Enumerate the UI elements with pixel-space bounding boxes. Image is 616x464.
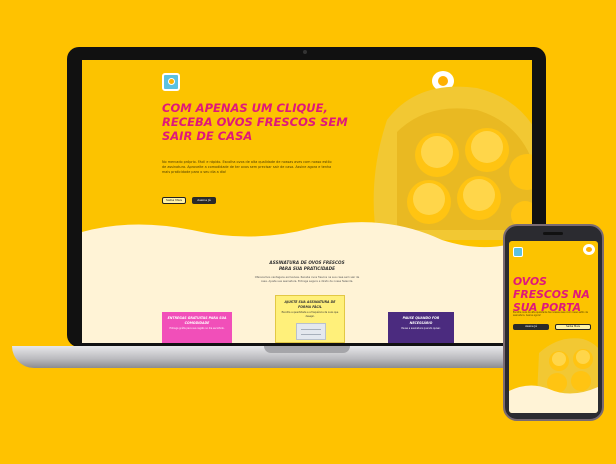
hero-title: OVOS FRESCOS NA SUA PORTA [513,275,590,314]
card-free-delivery[interactable]: ENTREGAS GRATUITAS PARA SUA COMODIDADE E… [162,312,232,343]
laptop-screen: COM APENAS UM CLIQUE, RECEBA OVOS FRESCO… [82,60,532,343]
card-title: ENTREGAS GRATUITAS PARA SUA COMODIDADE [167,316,227,325]
fried-egg-icon [583,244,595,255]
cream-wave-background [509,385,598,413]
assine-button[interactable]: Assine Já [192,197,216,204]
card-pause[interactable]: PAUSE QUANDO FOR NECESSÁRIO Pause a assi… [388,312,454,343]
assine-button[interactable]: Assine Já [513,324,549,330]
logo-icon[interactable] [513,247,523,257]
section-title: ASSINATURA DE OVOS FRESCOS PARA SUA PRAT… [269,260,345,271]
card-title: PAUSE QUANDO FOR NECESSÁRIO [402,316,440,325]
document-icon [296,323,326,340]
phone-speaker [543,232,563,235]
card-adjust-subscription[interactable]: AJUSTE SUA ASSINATURA DE FORMA FÁCIL Esc… [275,295,345,343]
hero-text: Escolha ovos de alta qualidade das nossa… [513,311,588,317]
saiba-mais-button[interactable]: Saiba Mais [555,324,591,330]
section-text: Oferecemos vantagens exclusivas. Receba … [254,276,360,283]
hero-text: No mercado próprio. Fácil e rápido. Esco… [162,160,332,174]
card-text: Pause a assinatura quando quiser. [401,327,441,330]
laptop-notch [264,346,350,353]
hero-title: COM APENAS UM CLIQUE, RECEBA OVOS FRESCO… [162,101,348,143]
logo-yolk [168,78,175,85]
card-text: Escolha a quantidade e a frequência de o… [281,311,339,318]
saiba-mais-button[interactable]: Saiba Mais [162,197,186,204]
card-title: AJUSTE SUA ASSINATURA DE FORMA FÁCIL [284,300,336,309]
card-text: Entrega grátis para sua região no dia es… [169,327,225,330]
logo-icon[interactable] [162,73,180,91]
phone-screen: OVOS FRESCOS NA SUA PORTA Escolha ovos d… [509,241,598,413]
laptop-camera [303,50,307,54]
